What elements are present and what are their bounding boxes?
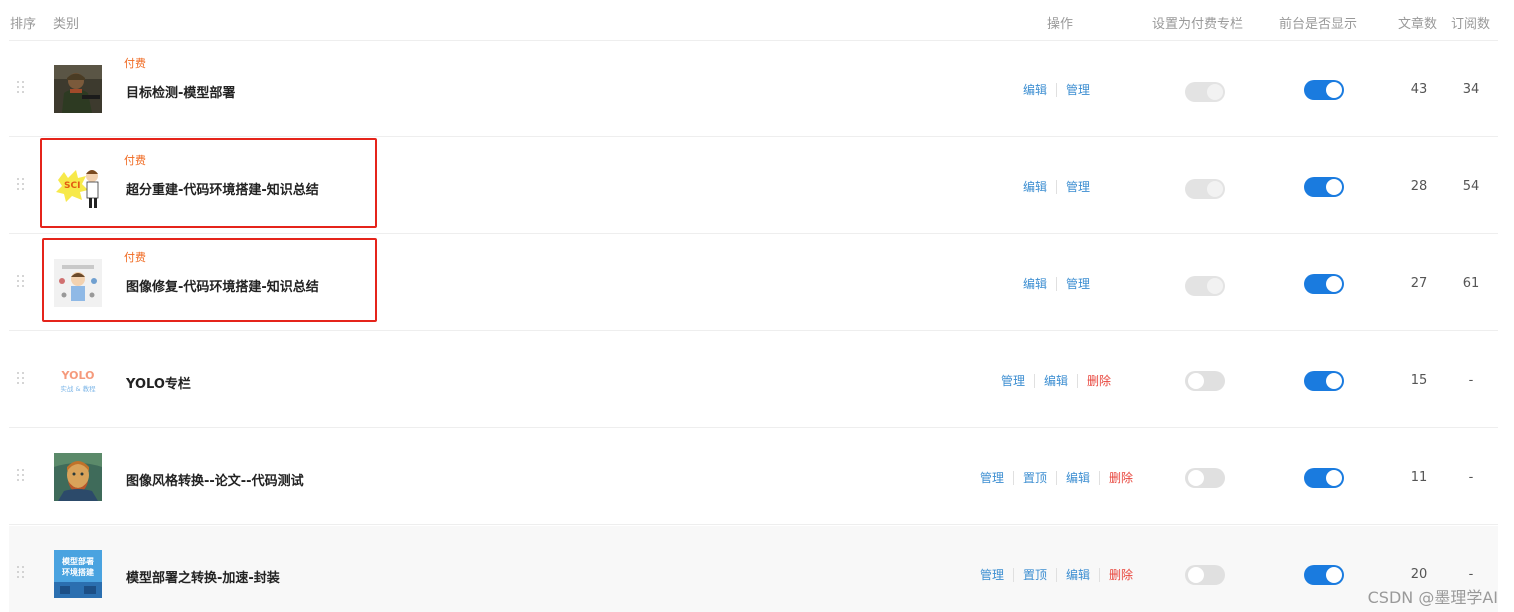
svg-text:YOLO: YOLO — [61, 369, 95, 382]
drag-handle-icon[interactable] — [17, 275, 25, 289]
show-toggle[interactable] — [1304, 565, 1344, 585]
article-count: 28 — [1410, 179, 1428, 194]
edit-link[interactable]: 编辑 — [1034, 374, 1077, 388]
show-toggle[interactable] — [1304, 80, 1344, 100]
header-set-paid: 设置为付费专栏 — [1152, 17, 1244, 32]
column-title[interactable]: YOLO专栏 — [126, 373, 191, 392]
manage-link[interactable]: 管理 — [980, 568, 1013, 582]
paid-label: 付费 — [124, 57, 146, 70]
table-row: 图像风格转换--论文--代码测试 管理 置顶 编辑 删除 11 - — [9, 429, 1498, 525]
subscriber-count: 34 — [1462, 82, 1480, 97]
show-toggle[interactable] — [1304, 177, 1344, 197]
header-category: 类别 — [53, 17, 80, 32]
paid-toggle — [1185, 179, 1225, 199]
manage-link[interactable]: 管理 — [1056, 180, 1099, 194]
drag-handle-icon[interactable] — [17, 178, 25, 192]
header-show-front: 前台是否显示 — [1279, 17, 1358, 32]
paid-toggle — [1185, 82, 1225, 102]
subscriber-count: - — [1468, 567, 1474, 582]
column-title[interactable]: 图像风格转换--论文--代码测试 — [126, 470, 304, 489]
header-articles: 文章数 — [1398, 17, 1438, 32]
column-title[interactable]: 目标检测-模型部署 — [126, 82, 235, 101]
watermark: CSDN @墨理学AI — [1367, 588, 1498, 607]
edit-link[interactable]: 编辑 — [1023, 180, 1056, 194]
manage-link[interactable]: 管理 — [1056, 83, 1099, 97]
svg-text:环境搭建: 环境搭建 — [62, 567, 95, 577]
table-row: 模型部署 环境搭建 模型部署之转换-加速-封装 管理 置顶 编辑 删除 20 - — [9, 526, 1498, 612]
header-sort: 排序 — [10, 17, 37, 32]
highlight-box — [40, 138, 377, 228]
pin-top-link[interactable]: 置顶 — [1013, 568, 1056, 582]
show-toggle[interactable] — [1304, 468, 1344, 488]
deploy-cover-icon: 模型部署 环境搭建 — [54, 550, 102, 598]
paid-toggle — [1185, 276, 1225, 296]
highlight-box — [42, 238, 377, 322]
subscriber-count: 54 — [1462, 179, 1480, 194]
show-toggle[interactable] — [1304, 371, 1344, 391]
soldier-photo-icon — [54, 65, 102, 113]
drag-handle-icon[interactable] — [17, 81, 25, 95]
van-gogh-portrait-icon — [54, 453, 102, 501]
edit-link[interactable]: 编辑 — [1056, 568, 1099, 582]
paid-toggle[interactable] — [1185, 468, 1225, 488]
edit-link[interactable]: 编辑 — [1023, 277, 1056, 291]
row-ops: 编辑 管理 — [1023, 179, 1099, 195]
paid-toggle[interactable] — [1185, 371, 1225, 391]
drag-handle-icon[interactable] — [17, 566, 25, 580]
header-ops: 操作 — [1047, 17, 1074, 32]
svg-text:模型部署: 模型部署 — [62, 556, 94, 566]
article-count: 20 — [1410, 567, 1428, 582]
edit-link[interactable]: 编辑 — [1056, 471, 1099, 485]
delete-link[interactable]: 删除 — [1099, 471, 1142, 485]
subscriber-count: - — [1468, 470, 1474, 485]
drag-handle-icon[interactable] — [17, 372, 25, 386]
row-ops: 编辑 管理 — [1023, 82, 1099, 98]
show-toggle[interactable] — [1304, 274, 1344, 294]
article-count: 15 — [1410, 373, 1428, 388]
yolo-logo-icon: YOLO 实战 & 教程 — [54, 356, 102, 404]
svg-text:实战 & 教程: 实战 & 教程 — [60, 384, 96, 393]
article-count: 43 — [1410, 82, 1428, 97]
manage-link[interactable]: 管理 — [1056, 277, 1099, 291]
delete-link[interactable]: 删除 — [1099, 568, 1142, 582]
row-ops: 管理 置顶 编辑 删除 — [980, 567, 1142, 583]
table-row: YOLO 实战 & 教程 YOLO专栏 管理 编辑 删除 15 - — [9, 332, 1498, 428]
row-ops: 管理 编辑 删除 — [1001, 373, 1120, 389]
drag-handle-icon[interactable] — [17, 469, 25, 483]
subscriber-count: 61 — [1462, 276, 1480, 291]
row-ops: 管理 置顶 编辑 删除 — [980, 470, 1142, 486]
table-row: 付费 目标检测-模型部署 编辑 管理 43 34 — [9, 41, 1498, 137]
article-count: 27 — [1410, 276, 1428, 291]
delete-link[interactable]: 删除 — [1077, 374, 1120, 388]
article-count: 11 — [1410, 470, 1428, 485]
edit-link[interactable]: 编辑 — [1023, 83, 1056, 97]
header-subscribers: 订阅数 — [1451, 17, 1491, 32]
paid-toggle[interactable] — [1185, 565, 1225, 585]
subscriber-count: - — [1468, 373, 1474, 388]
pin-top-link[interactable]: 置顶 — [1013, 471, 1056, 485]
table-header: 排序 类别 操作 设置为付费专栏 前台是否显示 文章数 订阅数 — [0, 0, 1514, 41]
row-ops: 编辑 管理 — [1023, 276, 1099, 292]
manage-link[interactable]: 管理 — [1001, 374, 1034, 388]
manage-link[interactable]: 管理 — [980, 471, 1013, 485]
column-title[interactable]: 模型部署之转换-加速-封装 — [126, 567, 280, 586]
